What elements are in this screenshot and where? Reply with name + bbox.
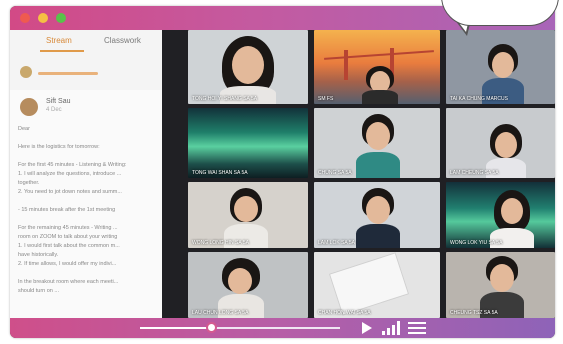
participant-tile[interactable]: WONG LOK YIU SA 5A [446, 182, 555, 248]
tab-stream[interactable]: Stream [46, 36, 72, 45]
participant-video [216, 36, 280, 104]
post-line: In the breakout room where each meeti... [18, 279, 119, 285]
participant-tile[interactable]: LAM LOK SA 5A [314, 182, 440, 248]
post-author: Sift Sau [46, 98, 71, 105]
share-bar[interactable] [16, 64, 156, 84]
participant-name: WONG LOK YIU SA 5A [450, 240, 503, 246]
participant-name: TAI KA CHUNG MARCUS [450, 96, 508, 102]
participant-name: LAM LOK SA 5A [318, 240, 355, 246]
video-call-window: Stream Classwork Sift Sau 4 Dec Dear Here… [10, 6, 555, 338]
post-line: 2. If time allows, I would offer my indi… [18, 261, 117, 267]
post-line: Here is the logistics for tomorrow: [18, 144, 100, 150]
post-line: have historically. [18, 252, 59, 258]
participant-name: CHUNG SA 5A [318, 170, 352, 176]
participant-tile[interactable]: TONG WAI SHAN SA 5A [188, 108, 308, 178]
active-tab-indicator [40, 50, 84, 52]
participant-tile[interactable]: CHUNG SA 5A [314, 108, 440, 178]
participant-tile[interactable]: CHAN HON WAI SA 5A [314, 252, 440, 318]
post-line: 1. I will analyze the questions, introdu… [18, 171, 122, 177]
participant-video [224, 188, 268, 248]
post-line: 2. You need to jot down notes and summ..… [18, 189, 122, 195]
post-line: For the remaining 45 minutes - Writing .… [18, 225, 118, 231]
post-line: For the first 45 minutes - Listening & W… [18, 162, 127, 168]
post-date: 4 Dec [46, 107, 62, 113]
post-line: 1. I would first talk about the common m… [18, 243, 120, 249]
participant-name: LAM CHEUNG SA 5A [450, 170, 499, 176]
participant-video [480, 256, 524, 318]
participant-video [356, 188, 400, 248]
maximize-window-button[interactable] [56, 13, 66, 23]
participant-name: WONG LONG HIN SA 5A [192, 240, 249, 246]
tab-classwork[interactable]: Classwork [104, 36, 141, 45]
post-line: Dear [18, 126, 30, 132]
post-line: together. [18, 180, 40, 186]
participant-name: CHAN HON WAI SA 5A [318, 310, 371, 316]
participant-tile[interactable]: LAM CHEUNG SA 5A [446, 108, 555, 178]
post-line: - 15 minutes break after the 1st meeting [18, 207, 116, 213]
participant-tile[interactable]: TONG HOI YI SHANG SA 5A [188, 30, 308, 104]
seek-handle[interactable] [206, 322, 217, 333]
post-line: should turn on ... [18, 288, 59, 294]
participant-video [362, 66, 398, 104]
seek-progress [140, 327, 212, 329]
menu-icon[interactable] [408, 322, 426, 334]
speech-bubble [441, 0, 559, 26]
participant-tile[interactable]: TAI KA CHUNG MARCUS [446, 30, 555, 104]
classroom-tabs: Stream Classwork [10, 30, 162, 52]
participant-video [218, 258, 264, 318]
participant-name: LAU CHUN LONG SA 5A [192, 310, 249, 316]
participant-name: SM FS [318, 96, 334, 102]
post-line: room on ZOOM to talk about your writing [18, 234, 118, 240]
participant-tile[interactable]: LAU CHUN LONG SA 5A [188, 252, 308, 318]
avatar [20, 66, 32, 78]
participant-name: TONG WAI SHAN SA 5A [192, 170, 248, 176]
close-window-button[interactable] [20, 13, 30, 23]
share-placeholder-line [38, 72, 98, 75]
play-icon[interactable] [362, 322, 372, 334]
classroom-panel: Stream Classwork Sift Sau 4 Dec Dear Here… [10, 30, 162, 318]
participant-tile[interactable]: SM FS [314, 30, 440, 104]
signal-bars-icon[interactable] [382, 321, 400, 335]
minimize-window-button[interactable] [38, 13, 48, 23]
media-controls [10, 318, 555, 338]
participant-name: CHEUNG TSZ SA 5A [450, 310, 498, 316]
participant-video [356, 114, 400, 178]
seek-bar[interactable] [140, 327, 340, 329]
participant-tile[interactable]: WONG LONG HIN SA 5A [188, 182, 308, 248]
participant-name: TONG HOI YI SHANG SA 5A [192, 96, 258, 102]
author-avatar [20, 98, 38, 116]
announcement-card[interactable]: Sift Sau 4 Dec Dear Here is the logistics… [10, 90, 162, 318]
participant-tile[interactable]: CHEUNG TSZ SA 5A [446, 252, 555, 318]
participant-video [482, 44, 524, 104]
